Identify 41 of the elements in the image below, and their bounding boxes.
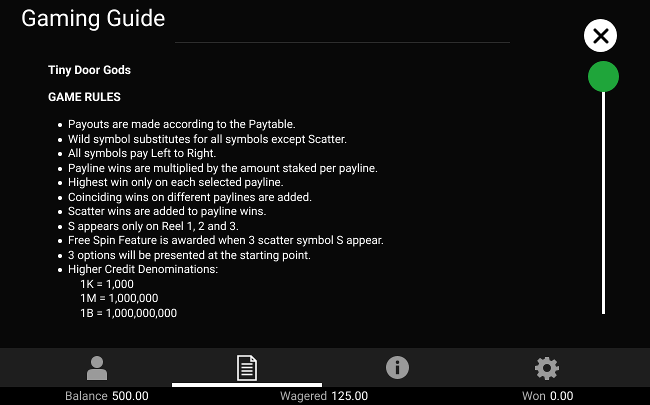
rule-text: Scatter wins are added to payline wins. [68, 204, 266, 218]
window-title: Gaming Guide [21, 4, 166, 34]
rule-text: S appears only on Reel 1, 2 and 3. [68, 218, 239, 233]
rule-text: 3 options will be presented at the starting point. [68, 248, 312, 262]
denomination-text: 1K = 1,000 [80, 276, 134, 290]
status-label: Balance [65, 388, 108, 405]
rule-text: Highest win only on each selected payline. [68, 175, 284, 190]
bullet-icon [58, 152, 62, 156]
rule-text: Free Spin Feature is awarded when 3 scatter symbol S appear. [68, 233, 384, 248]
rule-text: Higher Credit Denominations: [68, 262, 218, 276]
bullet-icon [58, 138, 62, 142]
scrollbar-thumb[interactable] [588, 61, 619, 92]
status-value: 0.00 [550, 388, 574, 405]
rule-text: All symbols pay Left to Right. [68, 146, 216, 160]
person-icon [87, 356, 107, 380]
status-label: Won [522, 388, 546, 405]
bullet-icon [58, 224, 62, 228]
game-name: Tiny Door Gods [48, 62, 132, 78]
bullet-icon [58, 210, 62, 214]
bullet-icon [58, 239, 62, 243]
status-value: 125.00 [331, 388, 368, 405]
document-icon [237, 354, 257, 380]
denomination-text: 1B = 1,000,000,000 [80, 306, 178, 320]
status-value: 500.00 [112, 388, 149, 405]
status-label: Wagered [280, 388, 328, 405]
rule-text: Payline wins are multiplied by the amount staked per payline. [68, 160, 378, 175]
close-button[interactable] [584, 19, 617, 52]
bullet-icon [58, 166, 62, 170]
settings-icon [535, 356, 559, 380]
bullet-icon [58, 196, 62, 200]
rule-text: Wild symbol substitutes for all symbols except Scatter. [68, 132, 348, 146]
bullet-icon [58, 268, 62, 272]
close-icon [592, 28, 608, 44]
info-icon [386, 356, 408, 379]
bullet-icon [58, 123, 62, 127]
section-heading: GAME RULES [48, 89, 122, 105]
bullet-icon [58, 181, 62, 185]
denomination-text: 1M = 1,000,000 [80, 291, 158, 305]
bullet-icon [58, 254, 62, 258]
rule-text: Payouts are made according to the Paytable. [68, 117, 296, 132]
rule-text: Coinciding wins on different paylines are added. [68, 190, 312, 204]
